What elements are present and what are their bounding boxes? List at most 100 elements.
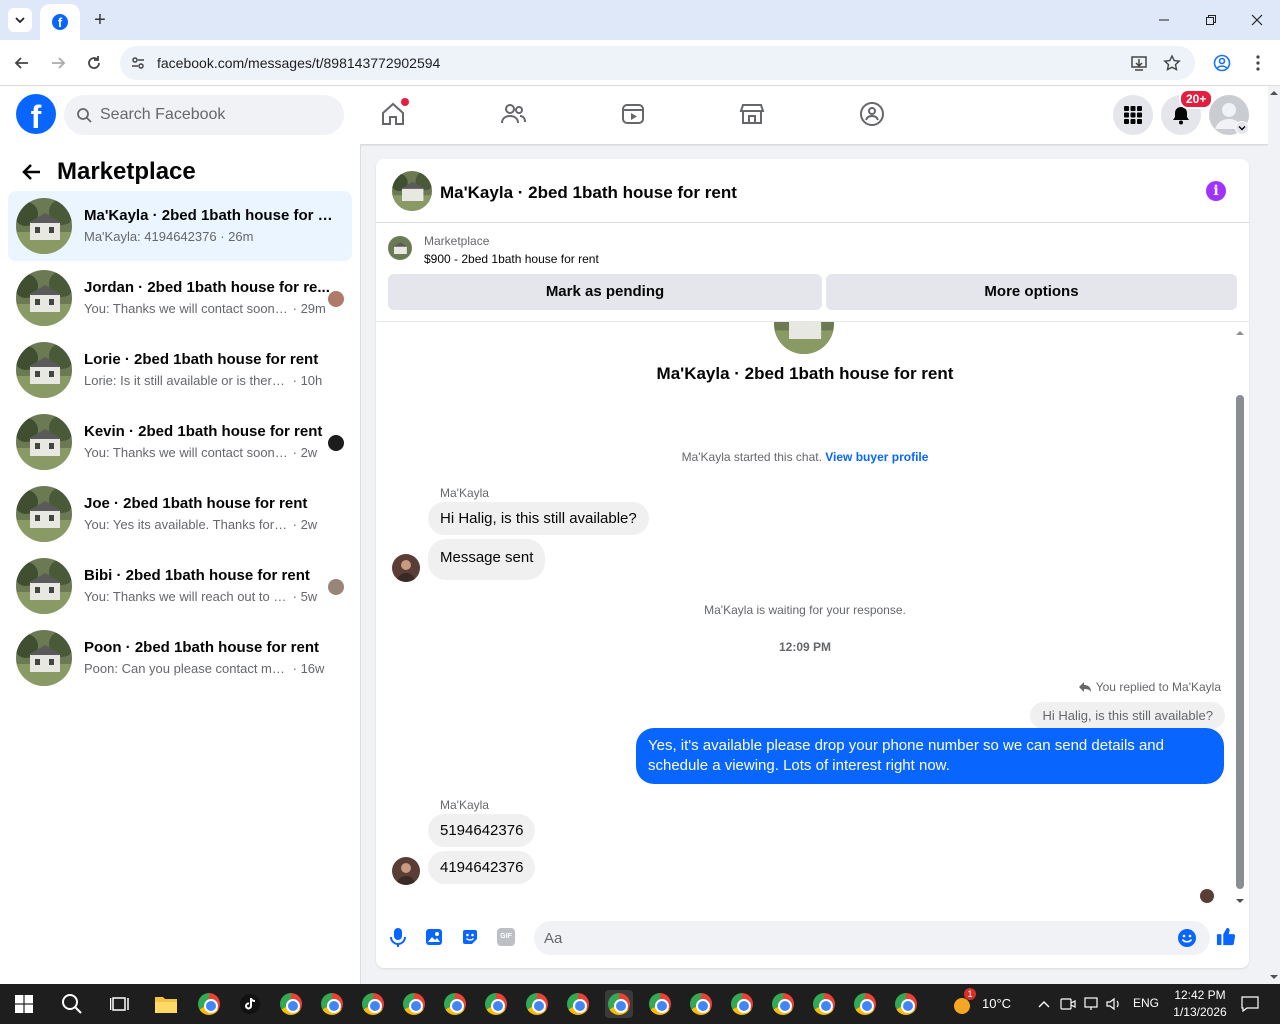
- listing-thumbnail[interactable]: [392, 171, 432, 211]
- temperature[interactable]: 10°C: [982, 996, 1011, 1011]
- back-arrow-icon[interactable]: [10, 51, 34, 75]
- info-icon[interactable]: i: [1206, 181, 1226, 201]
- bookmark-star-icon[interactable]: [1163, 54, 1181, 77]
- video-icon[interactable]: [619, 100, 647, 128]
- home-icon[interactable]: [379, 98, 409, 128]
- search-input[interactable]: [100, 95, 330, 135]
- facebook-logo-icon[interactable]: f: [16, 94, 56, 134]
- message-input-box[interactable]: [534, 921, 1210, 955]
- clock-time[interactable]: 12:42 PM: [1170, 988, 1230, 1002]
- chrome-icon[interactable]: [687, 990, 715, 1018]
- chrome-icon[interactable]: [728, 990, 756, 1018]
- conversation-preview: You: Thanks we will reach out to y... · …: [84, 589, 318, 604]
- search-box[interactable]: [64, 95, 344, 135]
- groups-icon[interactable]: [858, 100, 886, 128]
- listing-price[interactable]: $900 - 2bed 1bath house for rent: [424, 252, 599, 266]
- chrome-icon[interactable]: [441, 990, 469, 1018]
- restore-button[interactable]: [1199, 8, 1223, 32]
- language-indicator[interactable]: ENG: [1133, 996, 1159, 1010]
- weather-icon[interactable]: 1: [950, 988, 978, 1018]
- task-view-icon[interactable]: [106, 990, 134, 1018]
- chrome-icon[interactable]: [523, 990, 551, 1018]
- chrome-icon[interactable]: [400, 990, 428, 1018]
- incoming-message[interactable]: 5194642376: [428, 814, 536, 847]
- marketplace-icon[interactable]: [738, 100, 766, 128]
- quoted-message[interactable]: Hi Halig, is this still available?: [1030, 702, 1225, 729]
- chrome-icon[interactable]: [646, 990, 674, 1018]
- page-scrollbar[interactable]: [1268, 86, 1280, 984]
- more-options-button[interactable]: More options: [826, 274, 1237, 310]
- conversation-item[interactable]: Lorie · 2bed 1bath house for rent Lorie:…: [8, 335, 352, 405]
- message-input[interactable]: [544, 921, 1164, 955]
- tiktok-icon[interactable]: [236, 990, 264, 1018]
- emoji-icon[interactable]: [1177, 928, 1197, 953]
- close-window-button[interactable]: [1245, 8, 1269, 32]
- reload-icon[interactable]: [82, 51, 106, 75]
- waiting-notice: Ma'Kayla is waiting for your response.: [704, 603, 906, 617]
- search-icon[interactable]: [58, 990, 86, 1018]
- file-explorer-icon[interactable]: [152, 990, 180, 1018]
- incoming-message[interactable]: 4194642376: [428, 851, 536, 884]
- photo-icon[interactable]: [424, 927, 444, 947]
- chrome-icon[interactable]: [318, 990, 346, 1018]
- read-receipt-avatar: [1200, 889, 1214, 903]
- listing-thumbnail: [16, 630, 72, 686]
- conversation-preview: Poon: Can you please contact me at ... ·…: [84, 661, 325, 676]
- thumbs-up-icon[interactable]: [1216, 926, 1236, 946]
- friends-icon[interactable]: [499, 100, 527, 128]
- install-app-icon[interactable]: [1130, 54, 1148, 77]
- listing-thumbnail: [16, 558, 72, 614]
- conversation-item[interactable]: Joe · 2bed 1bath house for rent You: Yes…: [8, 479, 352, 549]
- tab-search-chevron-icon[interactable]: [8, 8, 32, 32]
- gif-icon[interactable]: GIF: [496, 927, 516, 947]
- listing-thumbnail: [16, 414, 72, 470]
- site-settings-icon[interactable]: [130, 55, 146, 76]
- search-icon: [76, 107, 92, 128]
- chrome-icon[interactable]: [482, 990, 510, 1018]
- outgoing-message[interactable]: Yes, it's available please drop your pho…: [636, 728, 1224, 784]
- menu-grid-icon[interactable]: [1113, 95, 1153, 135]
- windows-taskbar: 1 10°C ENG 12:42 PM 1/13/2026: [0, 984, 1280, 1024]
- address-bar[interactable]: facebook.com/messages/t/898143772902594: [120, 46, 1195, 80]
- incoming-message[interactable]: Hi Halig, is this still available?: [428, 502, 649, 535]
- thread-scrollbar-thumb[interactable]: [1236, 395, 1244, 889]
- chrome-icon[interactable]: [564, 990, 592, 1018]
- browser-tab-facebook[interactable]: f: [40, 4, 80, 40]
- chrome-icon[interactable]: [851, 990, 879, 1018]
- chrome-icon[interactable]: [359, 990, 387, 1018]
- mark-as-pending-button[interactable]: Mark as pending: [388, 274, 822, 310]
- conversation-item[interactable]: Poon · 2bed 1bath house for rent Poon: C…: [8, 623, 352, 693]
- back-arrow-icon[interactable]: [20, 160, 44, 184]
- windows-start-icon[interactable]: [10, 990, 38, 1018]
- new-tab-button[interactable]: +: [88, 8, 112, 32]
- conversation-item[interactable]: Ma'Kayla · 2bed 1bath house for re... Ma…: [8, 191, 352, 261]
- conversation-item[interactable]: Jordan · 2bed 1bath house for re... You:…: [8, 263, 352, 333]
- incoming-message[interactable]: Message sent: [428, 539, 546, 580]
- chrome-icon-active[interactable]: [605, 990, 633, 1018]
- forward-arrow-icon[interactable]: [46, 51, 70, 75]
- sender-avatar[interactable]: [392, 554, 420, 582]
- clock-date[interactable]: 1/13/2026: [1164, 1005, 1236, 1019]
- conversation-item[interactable]: Kevin · 2bed 1bath house for rent You: T…: [8, 407, 352, 477]
- chrome-icon[interactable]: [810, 990, 838, 1018]
- notifications-bell-icon[interactable]: 20+: [1161, 89, 1214, 135]
- chrome-icon[interactable]: [195, 990, 223, 1018]
- chrome-icon[interactable]: [277, 990, 305, 1018]
- volume-icon[interactable]: [1100, 990, 1128, 1018]
- account-avatar[interactable]: [1209, 95, 1249, 135]
- chat-title[interactable]: Ma'Kayla · 2bed 1bath house for rent: [440, 183, 737, 203]
- browser-menu-icon[interactable]: [1246, 51, 1270, 75]
- conversation-item[interactable]: Bibi · 2bed 1bath house for rent You: Th…: [8, 551, 352, 621]
- message-thread[interactable]: Ma'Kayla · 2bed 1bath house for rent Ma'…: [376, 321, 1249, 903]
- chrome-icon[interactable]: [769, 990, 797, 1018]
- conversation-name: Bibi · 2bed 1bath house for rent: [84, 567, 310, 584]
- profile-icon[interactable]: [1210, 51, 1234, 75]
- view-buyer-profile-link[interactable]: View buyer profile: [825, 450, 928, 464]
- sticker-icon[interactable]: [460, 927, 480, 947]
- minimize-button[interactable]: [1152, 8, 1176, 32]
- sender-avatar[interactable]: [392, 857, 420, 885]
- chrome-icon[interactable]: [892, 990, 920, 1018]
- microphone-icon[interactable]: [388, 927, 408, 947]
- notifications-center-icon[interactable]: [1236, 990, 1264, 1018]
- url-text[interactable]: facebook.com/messages/t/898143772902594: [157, 55, 440, 71]
